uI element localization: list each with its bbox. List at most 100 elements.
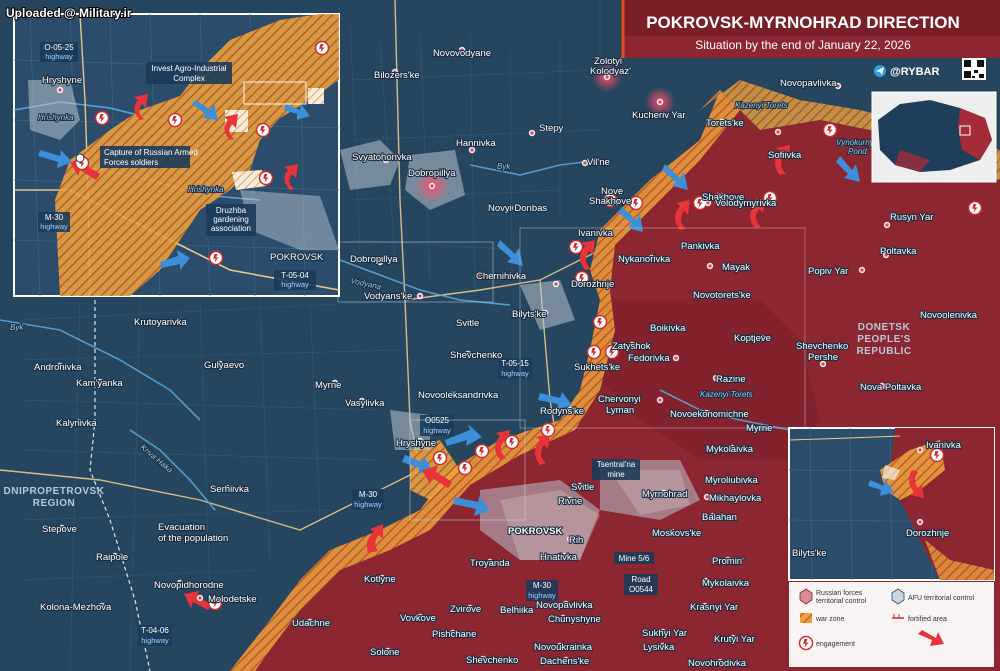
town-label-kolona: Kolona-Mezhova xyxy=(40,602,112,613)
town-label-novopidhorodne: Novopidhorodne xyxy=(154,580,224,591)
evacuation-note: Evacuation xyxy=(158,522,205,533)
inset-nw-river: Hrishynka xyxy=(188,185,224,194)
region-label-donetsk: REPUBLIC xyxy=(856,346,911,357)
inset-nw-river: Hrishynka xyxy=(38,113,74,122)
svg-text:highway: highway xyxy=(501,369,529,378)
inset-nw-callout-agro: Invest Agro-Industrial Complex xyxy=(146,62,232,84)
svg-text:highway: highway xyxy=(40,222,68,231)
town-label-novooleksandrivka: Novooleksandrivka xyxy=(418,390,499,401)
town-label-moskovske: Moskovs'ke xyxy=(652,528,701,539)
svg-text:highway: highway xyxy=(45,52,73,61)
svg-text:T-05-15: T-05-15 xyxy=(501,359,529,368)
legend-russian: territorial control xyxy=(816,598,867,605)
road-label-o0544: Road O0544 xyxy=(624,574,658,595)
legend-afu: AFU territorial control xyxy=(908,595,975,602)
svg-text:O0525: O0525 xyxy=(425,416,450,425)
town-label-boikivka: Boikivka xyxy=(650,323,686,334)
town-label-kamyanka: Kam'yanka xyxy=(76,378,123,389)
svg-text:Tsentral'na: Tsentral'na xyxy=(597,460,636,469)
town-label-solone: Solone xyxy=(370,647,400,658)
svg-text:T-05-04: T-05-04 xyxy=(281,271,309,280)
river-label: Kazenyi Torets xyxy=(735,101,788,110)
town-label-kotlyne: Kotlyne xyxy=(364,574,396,585)
town-label-novopavlivka: Novopavlivka xyxy=(536,600,593,611)
svg-text:Forces soldiers: Forces soldiers xyxy=(104,158,158,167)
svg-text:highway: highway xyxy=(141,636,169,645)
svg-text:M-30: M-30 xyxy=(533,581,552,590)
town-label-novoolenivka: Novoolenivka xyxy=(920,310,978,321)
town-label-poltavka: Poltavka xyxy=(880,246,917,257)
legend-engagement: engagement xyxy=(816,641,855,648)
town-label-stepy: Stepy xyxy=(539,123,564,134)
town-label-novovodyane: Novovodyane xyxy=(433,48,491,59)
town-label-kalynivka: Kalynivka xyxy=(56,418,97,429)
town-label-shevchenko_p: Shevchenko xyxy=(796,341,848,352)
town-label-nykanorivka: Nykanorivka xyxy=(618,254,671,265)
svg-text:Mine 5/6: Mine 5/6 xyxy=(619,554,650,563)
town-label-balahan: Balahan xyxy=(702,512,737,523)
town-label-vilne: Vil'ne xyxy=(587,157,610,168)
town-label-zolotyi2: Kolodyaz' xyxy=(590,66,631,77)
svg-text:Druzhba: Druzhba xyxy=(216,206,247,215)
road-label-m30-south: M-30 highway xyxy=(526,580,558,601)
svg-text:T-04-06: T-04-06 xyxy=(141,626,169,635)
town-label-svitle: Svitle xyxy=(456,318,479,329)
town-label-rusynyar: Rusyn Yar xyxy=(890,212,933,223)
svg-text:association: association xyxy=(211,224,251,233)
town-label-svyatohorivka: Svyatohorivka xyxy=(352,152,412,163)
road-label-m30: M-30 highway xyxy=(352,489,384,510)
town-label-bilozerske: Bilozers'ke xyxy=(374,70,420,81)
town-label-novyidonbas: Novyi Donbas xyxy=(488,203,547,214)
town-label-novotoretske: Novotorets'ke xyxy=(693,290,751,301)
river-label: Byk xyxy=(10,323,24,332)
town-label-stepove: Stepove xyxy=(42,524,77,535)
town-label-molodetske: Molodetske xyxy=(208,594,257,605)
town-label-dorozhnje: Dorozhnje xyxy=(571,279,614,290)
inset-nw-town-hryshyne: Hryshyne xyxy=(42,75,82,86)
inset-nw-road-o0525: O-05-25 highway xyxy=(40,42,78,62)
town-label-pankivka: Pankivka xyxy=(681,241,720,252)
town-label-razine: Razine xyxy=(716,374,746,385)
region-label-donetsk: DONETSK xyxy=(858,322,911,333)
upload-watermark: Uploaded @ Military.ir xyxy=(6,6,132,20)
mine-label-5-6: Mine 5/6 xyxy=(614,552,654,564)
town-label-rodynske: Rodyns'ke xyxy=(540,406,584,417)
inset-nw-callout-capture: Capture of Russian Armed Forces soldiers xyxy=(100,146,198,168)
legend-fortified: fortified area xyxy=(908,616,947,623)
evacuation-note: of the population xyxy=(158,533,228,544)
svg-text:O-05-25: O-05-25 xyxy=(44,43,74,52)
town-label-myrne2: Myrne xyxy=(746,423,772,434)
town-label-shevchenko: Shevchenko xyxy=(450,350,502,361)
qr-code-icon xyxy=(962,58,986,80)
town-label-mayak: Mayak xyxy=(722,262,750,273)
inset-nw-road-m30: M-30 highway xyxy=(38,212,70,232)
river-label: Kazenyi Torets xyxy=(700,390,753,399)
svg-text:M-30: M-30 xyxy=(45,213,64,222)
svg-text:highway: highway xyxy=(281,280,309,289)
town-label-chervonyi2: Lyman xyxy=(606,405,634,416)
town-label-shakhove: Shakhove xyxy=(589,196,631,207)
brand-handle: @RYBAR xyxy=(890,66,939,78)
town-label-kucheriv: Kucheriv Yar xyxy=(632,110,686,121)
river-label: Byk xyxy=(497,162,511,171)
svg-text:Complex: Complex xyxy=(173,74,205,83)
svg-text:Road: Road xyxy=(631,575,650,584)
town-label-rivne: Rivne xyxy=(558,496,582,507)
town-label-novopavlivka_n: Novopavlivka xyxy=(780,78,837,89)
map-subtitle: Situation by the end of January 22, 2026 xyxy=(695,38,911,52)
svg-text:mine: mine xyxy=(607,470,625,479)
inset-se-town-bilytske: Bilyts'ke xyxy=(792,548,827,559)
town-label-pishchane: Pishchane xyxy=(432,629,476,640)
town-label-promin: Promin' xyxy=(712,556,744,567)
inset-se-town-dorozhnje: Dorozhnje xyxy=(906,528,949,539)
svg-text:gardening: gardening xyxy=(213,215,249,224)
town-label-sofiivka: Sofiivka xyxy=(768,150,802,161)
town-label-novoukrainka: Novoukrainka xyxy=(534,642,593,653)
inset-nw-callout-druzhba: Druzhba gardening association xyxy=(206,204,256,236)
town-label-volodymyrivka: Volodymyrivka xyxy=(715,198,777,209)
town-label-dobropillya2: Dobropillya xyxy=(350,254,398,265)
town-label-svitle2: Svitle xyxy=(571,482,594,493)
svg-text:highway: highway xyxy=(423,426,451,435)
town-label-novapoltavka: Nova Poltavka xyxy=(860,382,922,393)
town-label-pokrovsk: POKROVSK xyxy=(508,526,563,537)
